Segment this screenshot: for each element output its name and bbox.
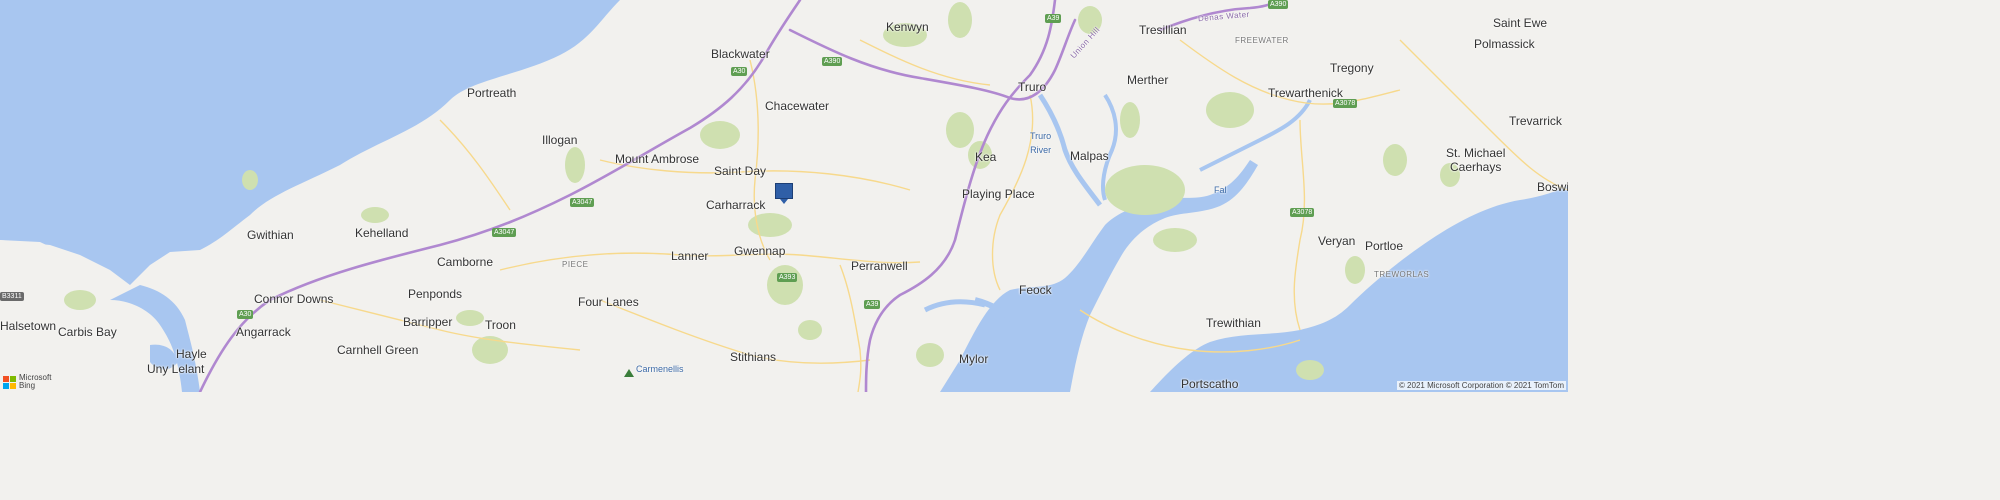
place-label-chacewater: Chacewater — [765, 99, 830, 113]
road-shield-a3047-east: A3047 — [570, 198, 595, 207]
road-shield-a39-south: A39 — [864, 300, 881, 309]
place-label-truro: Truro — [1018, 80, 1047, 94]
place-label-piece: PIECE — [562, 260, 589, 269]
location-pin[interactable] — [775, 183, 793, 204]
place-label-carmenellis: Carmenellis — [636, 364, 684, 374]
road-shield-a39-north: A39 — [1045, 14, 1062, 23]
place-label-veryan: Veryan — [1318, 234, 1356, 248]
place-label-polmassick: Polmassick — [1474, 37, 1535, 51]
place-label-portloe: Portloe — [1365, 239, 1404, 253]
place-label-carnhell-green: Carnhell Green — [337, 343, 419, 357]
location-pin-marker-icon — [775, 183, 793, 199]
road-shield-a393: A393 — [777, 273, 798, 282]
place-label-carbis-bay: Carbis Bay — [58, 325, 117, 339]
place-label-kehelland: Kehelland — [355, 226, 409, 240]
microsoft-logo-icon — [3, 375, 16, 389]
place-label-st-michael-caerhays: St. Michael Caerhays — [1446, 146, 1506, 174]
place-label-hayle: Hayle — [176, 347, 207, 361]
place-label-illogan: Illogan — [542, 133, 578, 147]
place-label-troon: Troon — [485, 318, 516, 332]
place-label-trevarrick: Trevarrick — [1509, 114, 1562, 128]
place-label-perranwell: Perranwell — [851, 259, 908, 273]
place-label-penponds: Penponds — [408, 287, 463, 301]
road-shield-a390-mid: A390 — [822, 57, 843, 66]
bing-logo[interactable]: Microsoft Bing — [3, 374, 51, 390]
place-label-uny-lelant: Uny Lelant — [147, 362, 205, 376]
place-label-malpas: Malpas — [1070, 149, 1109, 163]
road-shield-a390-east: A390 — [1268, 0, 1289, 9]
place-label-halsetown: Halsetown — [0, 319, 57, 333]
road-shield-b3311: B3311 — [0, 292, 24, 301]
place-label-treworlas: TREWORLAS — [1374, 270, 1430, 279]
place-label-portscatho: Portscatho — [1181, 377, 1239, 391]
place-label-kea: Kea — [975, 150, 997, 164]
place-label-angarrack: Angarrack — [236, 325, 291, 339]
road-shield-a3047-west: A3047 — [492, 228, 517, 237]
road-shield-a3078-south: A3078 — [1290, 208, 1315, 217]
place-label-trewarthenick: Trewarthenick — [1268, 86, 1343, 100]
place-label-mount-ambrose: Mount Ambrose — [615, 152, 700, 166]
place-label-fal: Fal — [1214, 185, 1227, 195]
place-label-tregony: Tregony — [1330, 61, 1374, 75]
place-label-freewater: FREEWATER — [1235, 36, 1289, 45]
place-label-truro-river: Truro River — [1030, 131, 1052, 155]
place-label-playing-place: Playing Place — [962, 187, 1035, 201]
place-label-carharrack: Carharrack — [706, 198, 766, 212]
place-label-mylor: Mylor — [959, 352, 989, 366]
road-shield-a30-west: A30 — [237, 310, 254, 319]
place-label-camborne: Camborne — [437, 255, 494, 269]
place-label-four-lanes: Four Lanes — [578, 295, 639, 309]
place-label-feock: Feock — [1019, 283, 1052, 297]
place-label-portreath: Portreath — [467, 86, 517, 100]
place-label-trewithian: Trewithian — [1206, 316, 1261, 330]
place-label-gwennap: Gwennap — [734, 244, 786, 258]
place-label-kenwyn: Kenwyn — [886, 20, 929, 34]
peak-icon — [624, 369, 634, 377]
place-label-merther: Merther — [1127, 73, 1169, 87]
place-label-boswinger: Boswi — [1537, 180, 1568, 194]
map-canvas[interactable]: Kenwyn Blackwater Tresillian Saint Ewe P… — [0, 0, 1568, 392]
place-label-tresillian: Tresillian — [1139, 23, 1187, 37]
place-label-stithians: Stithians — [730, 350, 777, 364]
bing-logo-text: Microsoft Bing — [19, 373, 52, 390]
place-label-blackwater: Blackwater — [711, 47, 770, 61]
road-shield-a30-blackwater: A30 — [731, 67, 748, 76]
place-label-barripper: Barripper — [403, 315, 453, 329]
place-label-connor-downs: Connor Downs — [254, 292, 334, 306]
place-label-saint-day: Saint Day — [714, 164, 767, 178]
place-label-saint-ewe: Saint Ewe — [1493, 16, 1548, 30]
copyright-notice: © 2021 Microsoft Corporation © 2021 TomT… — [1396, 381, 1566, 390]
place-label-lanner: Lanner — [671, 249, 709, 263]
road-shield-a3078-north: A3078 — [1333, 99, 1358, 108]
place-label-gwithian: Gwithian — [247, 228, 294, 242]
